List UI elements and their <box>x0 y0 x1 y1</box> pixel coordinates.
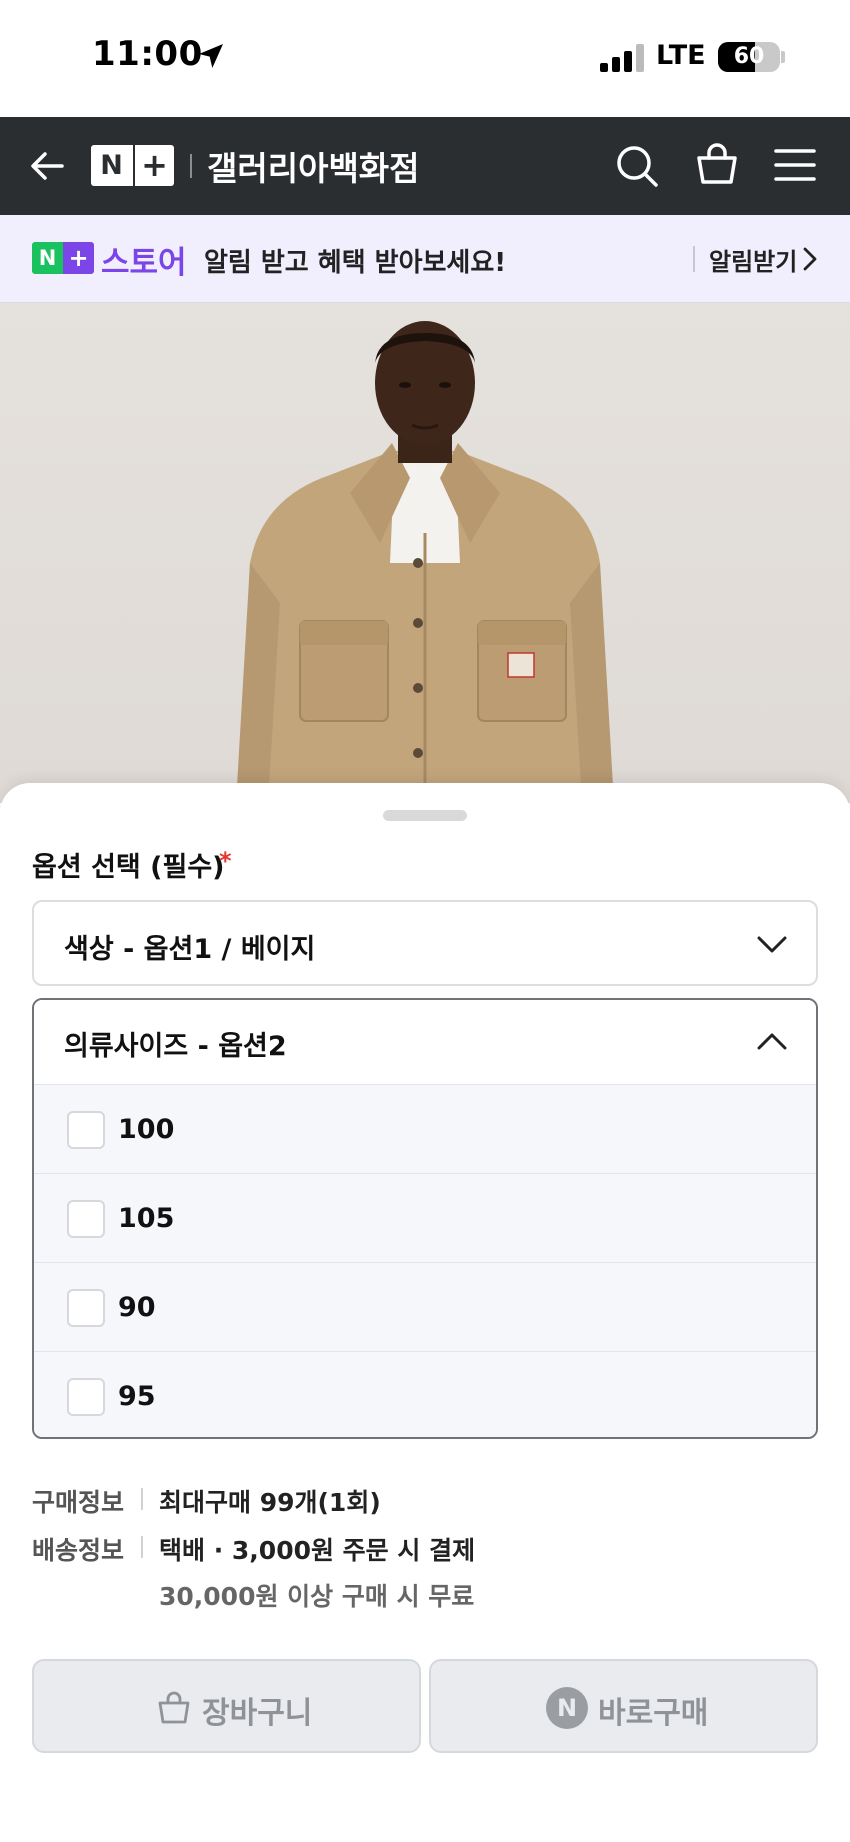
size-option-label: 의류사이즈 - 옵션2 <box>64 1031 287 1062</box>
shopping-bag-icon <box>158 1691 190 1724</box>
option-bottom-sheet: 옵션 선택 (필수) * 색상 - 옵션1 / 베이지 의류사이즈 - 옵션2 … <box>0 783 850 1842</box>
naver-plus-logo[interactable]: N + <box>91 145 174 186</box>
size-option-list: 100 105 90 95 <box>34 1085 816 1437</box>
size-option-label: 100 <box>118 1114 175 1145</box>
badge-n: N <box>32 242 63 274</box>
battery-percent: 60 <box>733 44 765 69</box>
checkbox[interactable] <box>67 1111 105 1149</box>
product-photo[interactable] <box>0 303 850 803</box>
store-name[interactable]: 갤러리아백화점 <box>207 142 420 190</box>
purchase-info-value: 최대구매 99개(1회) <box>159 1488 381 1517</box>
hamburger-menu-icon[interactable] <box>772 145 818 185</box>
chevron-up-icon <box>757 1033 787 1050</box>
battery-nub <box>781 51 785 63</box>
size-option-label: 90 <box>118 1292 156 1323</box>
info-divider <box>141 1536 143 1558</box>
size-option-item[interactable]: 95 <box>34 1352 816 1437</box>
size-option-item[interactable]: 90 <box>34 1263 816 1352</box>
shipping-info-label: 배송정보 <box>32 1536 125 1565</box>
required-mark: * <box>219 847 232 875</box>
chevron-right-icon[interactable] <box>800 246 820 272</box>
checkbox[interactable] <box>67 1289 105 1327</box>
nplus-store-label: 스토어 <box>101 245 187 281</box>
signal-bars-icon <box>600 44 644 72</box>
size-option-label: 105 <box>118 1203 175 1234</box>
shopping-bag-icon[interactable] <box>694 141 740 187</box>
shipping-info-value: 택배 · 3,000원 주문 시 결제 <box>159 1536 476 1565</box>
sheet-drag-handle[interactable] <box>383 810 467 821</box>
badge-plus: + <box>63 242 94 274</box>
checkbox[interactable] <box>67 1200 105 1238</box>
chevron-down-icon <box>757 936 787 953</box>
buy-now-button[interactable]: N 바로구매 <box>429 1659 818 1753</box>
notice-message: 알림 받고 혜택 받아보세요! <box>204 248 507 278</box>
battery-icon: 60 <box>718 42 780 72</box>
naver-pay-icon: N <box>546 1687 588 1729</box>
header-divider <box>190 154 192 178</box>
size-option-label: 95 <box>118 1381 156 1412</box>
add-to-cart-label: 장바구니 <box>202 1696 313 1731</box>
size-option-item[interactable]: 105 <box>34 1174 816 1263</box>
option-section-title: 옵션 선택 (필수) <box>32 852 225 883</box>
purchase-info-label: 구매정보 <box>32 1488 125 1517</box>
status-bar: 11:00 LTE 60 <box>0 0 850 117</box>
checkbox[interactable] <box>67 1378 105 1416</box>
notification-banner[interactable]: N + 스토어 알림 받고 혜택 받아보세요! 알림받기 <box>0 215 850 303</box>
shipping-free-condition: 30,000원 이상 구매 시 무료 <box>159 1582 475 1611</box>
back-arrow-icon[interactable] <box>28 147 66 185</box>
buy-now-label: 바로구매 <box>598 1696 709 1731</box>
search-icon[interactable] <box>614 143 660 189</box>
size-option-header[interactable]: 의류사이즈 - 옵션2 <box>34 1000 816 1085</box>
size-option-item[interactable]: 100 <box>34 1085 816 1174</box>
network-type: LTE <box>656 40 706 71</box>
info-divider <box>141 1488 143 1510</box>
subscribe-alert-button[interactable]: 알림받기 <box>709 242 797 277</box>
logo-n: N <box>100 150 123 181</box>
nplus-store-badge: N + <box>32 242 94 274</box>
color-option-select[interactable]: 색상 - 옵션1 / 베이지 <box>32 900 818 986</box>
status-time: 11:00 <box>92 34 203 74</box>
size-option-select: 의류사이즈 - 옵션2 100 105 90 95 <box>32 998 818 1439</box>
logo-plus: + <box>133 145 174 186</box>
store-header: N + 갤러리아백화점 <box>0 117 850 215</box>
color-option-value: 색상 - 옵션1 / 베이지 <box>64 934 316 965</box>
product-photo-illustration <box>236 321 614 803</box>
add-to-cart-button[interactable]: 장바구니 <box>32 1659 421 1753</box>
notice-divider <box>693 246 695 272</box>
location-arrow-icon <box>199 44 223 68</box>
